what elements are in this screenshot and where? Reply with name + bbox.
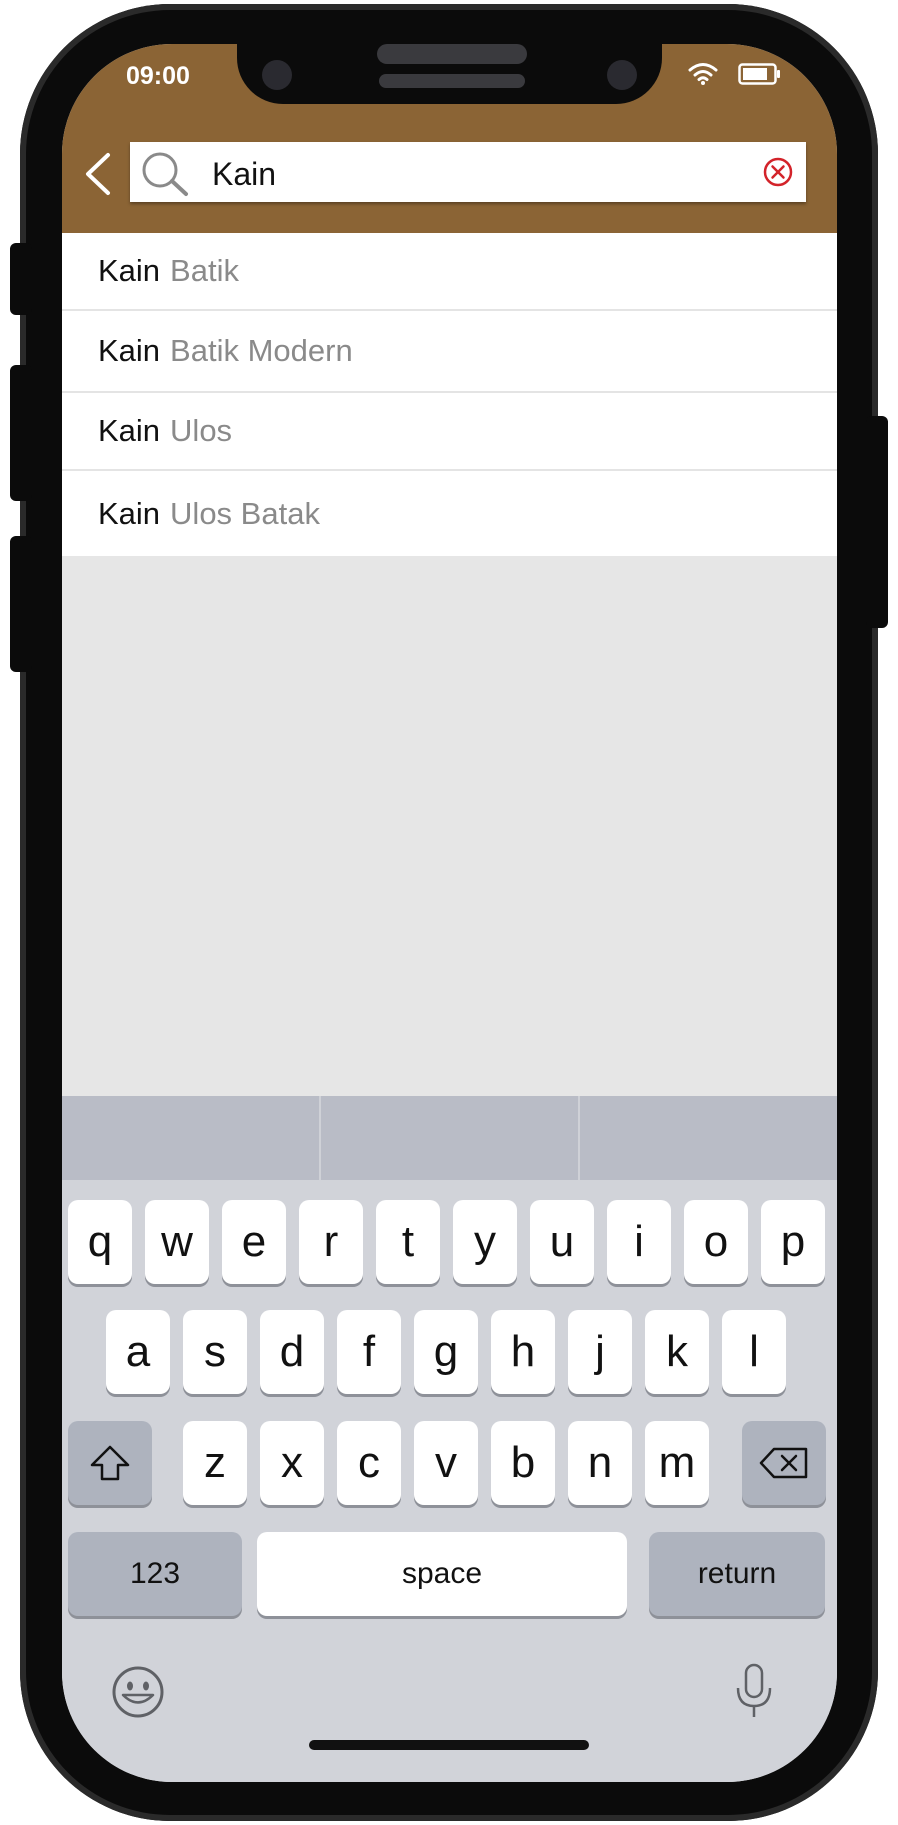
- emoji-button[interactable]: [110, 1664, 166, 1720]
- key-v[interactable]: v: [414, 1421, 478, 1505]
- backspace-key[interactable]: [742, 1421, 826, 1505]
- key-p[interactable]: p: [761, 1200, 825, 1284]
- search-input[interactable]: [210, 152, 734, 196]
- key-e[interactable]: e: [222, 1200, 286, 1284]
- key-m[interactable]: m: [645, 1421, 709, 1505]
- key-k[interactable]: k: [645, 1310, 709, 1394]
- key-y[interactable]: y: [453, 1200, 517, 1284]
- search-bar[interactable]: [130, 142, 806, 202]
- clear-button[interactable]: [762, 156, 794, 193]
- return-key[interactable]: return: [649, 1532, 825, 1616]
- numbers-key[interactable]: 123: [68, 1532, 242, 1616]
- notch: [237, 44, 662, 104]
- key-f[interactable]: f: [337, 1310, 401, 1394]
- suggestion-item[interactable]: Kain Batik Modern: [62, 311, 837, 393]
- key-n[interactable]: n: [568, 1421, 632, 1505]
- key-s[interactable]: s: [183, 1310, 247, 1394]
- suggestion-query: Kain: [98, 413, 161, 448]
- prediction-slot[interactable]: [62, 1096, 321, 1180]
- status-icons: [688, 62, 782, 91]
- key-r[interactable]: r: [299, 1200, 363, 1284]
- clear-circle-icon: [763, 157, 793, 187]
- search-icon: [138, 150, 194, 205]
- suggestion-list: Kain Batik Kain Batik Modern Kain Ulos K…: [62, 233, 837, 556]
- prediction-slot[interactable]: [580, 1096, 837, 1180]
- emoji-icon: [112, 1666, 164, 1718]
- suggestion-completion: Batik Modern: [170, 333, 353, 368]
- suggestion-item[interactable]: Kain Ulos Batak: [62, 471, 837, 556]
- key-u[interactable]: u: [530, 1200, 594, 1284]
- key-o[interactable]: o: [684, 1200, 748, 1284]
- key-q[interactable]: q: [68, 1200, 132, 1284]
- key-b[interactable]: b: [491, 1421, 555, 1505]
- screen: 09:00 Kain Kain Batik Kain Batik Modern …: [62, 44, 837, 1782]
- key-d[interactable]: d: [260, 1310, 324, 1394]
- suggestion-completion: Batik: [170, 253, 239, 288]
- home-indicator[interactable]: [309, 1740, 589, 1750]
- microphone-button[interactable]: [732, 1662, 776, 1722]
- suggestion-item[interactable]: Kain Batik: [62, 233, 837, 311]
- shift-key[interactable]: [68, 1421, 152, 1505]
- key-a[interactable]: a: [106, 1310, 170, 1394]
- backspace-icon: [759, 1447, 808, 1479]
- prediction-bar: [62, 1096, 837, 1180]
- key-w[interactable]: w: [145, 1200, 209, 1284]
- microphone-icon: [736, 1663, 772, 1717]
- side-button-power: [866, 416, 888, 628]
- key-l[interactable]: l: [722, 1310, 786, 1394]
- key-t[interactable]: t: [376, 1200, 440, 1284]
- key-c[interactable]: c: [337, 1421, 401, 1505]
- key-z[interactable]: z: [183, 1421, 247, 1505]
- wifi-icon: [688, 62, 718, 91]
- side-button-volume-down: [10, 536, 32, 672]
- suggestion-query: Kain: [98, 495, 161, 531]
- prediction-slot[interactable]: [321, 1096, 580, 1180]
- suggestion-completion: Ulos Batak: [170, 495, 320, 531]
- key-h[interactable]: h: [491, 1310, 555, 1394]
- key-j[interactable]: j: [568, 1310, 632, 1394]
- battery-icon: [738, 63, 782, 90]
- speaker-grille: [379, 74, 525, 88]
- chevron-left-icon: [86, 153, 110, 195]
- speaker: [377, 44, 527, 64]
- front-camera: [262, 60, 292, 90]
- key-i[interactable]: i: [607, 1200, 671, 1284]
- space-key[interactable]: space: [257, 1532, 627, 1616]
- keyboard: q w e r t y u i o p a s d f g h j k l z …: [62, 1096, 837, 1782]
- suggestion-query: Kain: [98, 333, 161, 368]
- suggestion-query: Kain: [98, 253, 161, 288]
- suggestion-item[interactable]: Kain Ulos: [62, 393, 837, 471]
- key-g[interactable]: g: [414, 1310, 478, 1394]
- shift-icon: [90, 1445, 130, 1481]
- status-time: 09:00: [126, 62, 190, 90]
- app-header: 09:00: [62, 44, 837, 233]
- key-x[interactable]: x: [260, 1421, 324, 1505]
- suggestion-completion: Ulos: [170, 413, 233, 448]
- side-button-mute: [10, 243, 32, 315]
- side-button-volume-up: [10, 365, 32, 501]
- face-sensor: [607, 60, 637, 90]
- back-button[interactable]: [78, 149, 118, 199]
